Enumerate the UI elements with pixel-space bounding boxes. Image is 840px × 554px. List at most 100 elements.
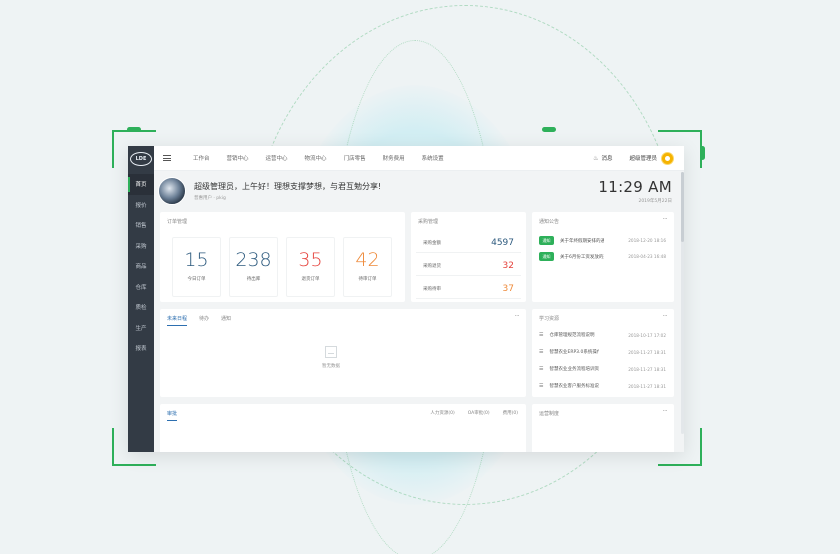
study-date: 2018-11-27 18:31: [628, 349, 666, 355]
tab-task-0[interactable]: 未来日程: [167, 315, 188, 326]
order-stat-value: 35: [298, 249, 323, 271]
study-item-1[interactable]: ☰ 智慧农业ERP3.0系统操作手册 2018-11-27 18:31: [539, 349, 666, 355]
study-more-button[interactable]: ···: [663, 313, 668, 320]
order-stat-3[interactable]: 42 待审订单: [343, 237, 392, 297]
sidebar-item-0[interactable]: 首页: [128, 174, 154, 195]
notice-date: 2018-04-23 16:48: [628, 254, 666, 259]
top-menu-item-1[interactable]: 营销中心: [227, 154, 249, 162]
rules-card-title: 运营制度: [539, 411, 560, 417]
purchase-row-value: 4597: [491, 237, 514, 248]
scrollbar-thumb[interactable]: [681, 172, 684, 242]
top-menu-item-4[interactable]: 门店零售: [344, 154, 366, 162]
order-stat-label: 待出库: [246, 277, 261, 282]
purchase-row-2[interactable]: 采购待审 37: [416, 279, 521, 299]
bell-icon[interactable]: ♨: [593, 155, 598, 162]
notice-item-0[interactable]: 通知关于年终假期安排的通知 2018-12-20 18:16: [539, 236, 666, 245]
approval-card: 审批 人力资源(0) OA审批(0) 费用(0): [160, 404, 526, 452]
sidebar-item-4[interactable]: 商品: [128, 256, 154, 277]
tab-task-2[interactable]: 通知: [221, 315, 231, 326]
greeting-text: 超级管理员，上午好！理想支撑梦想，与君互勉分享!: [194, 182, 382, 191]
purchase-row-1[interactable]: 采购退货 32: [416, 256, 521, 276]
menu-icon[interactable]: [163, 154, 171, 163]
task-tabs: 未来日程 待办 通知: [167, 315, 243, 326]
purchase-card-title: 采购管理: [418, 219, 439, 225]
document-icon: ☰: [539, 349, 544, 355]
clock: 11:29 AM 2019年5月22日: [598, 178, 672, 204]
empty-state: 暂无数据: [322, 346, 340, 369]
notice-more-button[interactable]: ···: [663, 216, 668, 223]
frame-tab-top-left: [127, 127, 141, 132]
clock-date: 2019年5月22日: [638, 199, 672, 204]
empty-text: 暂无数据: [322, 364, 340, 369]
user-avatar-icon[interactable]: [661, 151, 674, 165]
approval-tab-0[interactable]: 人力资源(0): [430, 410, 454, 416]
order-stat-value: 42: [355, 249, 380, 271]
document-icon: ☰: [539, 383, 544, 389]
purchase-row-label: 采购金额: [423, 240, 441, 246]
approval-category-tabs: 人力资源(0) OA审批(0) 费用(0): [417, 410, 518, 416]
tab-task-1[interactable]: 待办: [199, 315, 209, 326]
order-stat-1[interactable]: 238 待出库: [229, 237, 278, 297]
logo[interactable]: LDE: [130, 152, 152, 166]
top-menu-item-6[interactable]: 系统设置: [422, 154, 444, 162]
sidebar-item-1[interactable]: 报价: [128, 195, 154, 216]
task-more-button[interactable]: ···: [515, 313, 520, 320]
top-menu-item-3[interactable]: 物流中心: [305, 154, 327, 162]
top-menu-item-0[interactable]: 工作台: [193, 154, 210, 162]
study-text: 智慧农业客户服务标准说明: [549, 384, 600, 389]
purchase-card: 采购管理 采购金额 4597 采购退货 32 采购待审 37: [411, 212, 526, 302]
study-date: 2018-10-17 17:02: [628, 332, 666, 338]
user-name[interactable]: 超级管理员: [629, 154, 657, 162]
messages-link[interactable]: 消息: [601, 154, 612, 162]
approval-tab-2[interactable]: 费用(0): [503, 410, 518, 416]
top-menu-item-2[interactable]: 运营中心: [266, 154, 288, 162]
document-icon: ☰: [539, 366, 544, 372]
sidebar-item-8[interactable]: 报表: [128, 338, 154, 359]
rules-card: 运营制度 ···: [532, 404, 674, 452]
notice-item-1[interactable]: 通知关于6月份工资发放的通知 2018-04-23 16:48: [539, 252, 666, 261]
purchase-row-value: 32: [502, 260, 514, 271]
greeting-subtext: 普惠用户 · pkig: [194, 196, 226, 201]
order-stat-0[interactable]: 15 今日订单: [172, 237, 221, 297]
order-stat-value: 238: [235, 249, 272, 271]
top-menu: 工作台 营销中心 运营中心 物流中心 门店零售 财务费用 系统设置: [193, 154, 461, 162]
order-card: 订单管理 15 今日订单 238 待出库 35 退货订单 42 待审订单: [160, 212, 405, 302]
study-date: 2018-11-27 18:31: [628, 366, 666, 372]
notice-date: 2018-12-20 18:16: [628, 238, 666, 243]
study-item-3[interactable]: ☰ 智慧农业客户服务标准说明 2018-11-27 18:31: [539, 383, 666, 389]
frame-tab-top-right: [542, 127, 556, 132]
sidebar-item-7[interactable]: 生产: [128, 318, 154, 339]
top-menu-item-5[interactable]: 财务费用: [383, 154, 405, 162]
sidebar-item-5[interactable]: 仓库: [128, 277, 154, 298]
sidebar-nav: 首页 报价 销售 采购 商品 仓库 质检 生产 报表: [128, 174, 154, 359]
rules-more-button[interactable]: ···: [663, 408, 668, 415]
order-card-title: 订单管理: [167, 219, 188, 225]
order-stat-label: 退货订单: [301, 277, 320, 282]
study-item-0[interactable]: ☰ 仓库管理规范流程说明 2018-10-17 17:02: [539, 332, 666, 338]
notice-text: 关于年终假期安排的通知: [560, 238, 604, 244]
study-text: 智慧农业ERP3.0系统操作手册: [549, 350, 600, 355]
task-card: 未来日程 待办 通知 ··· 暂无数据: [160, 309, 526, 397]
approval-tab-1[interactable]: OA审批(0): [468, 410, 490, 416]
study-item-2[interactable]: ☰ 智慧农业业务流程培训资料 2018-11-27 18:31: [539, 366, 666, 372]
topbar: 工作台 营销中心 运营中心 物流中心 门店零售 财务费用 系统设置 ♨ 消息 超级管理员: [154, 146, 684, 171]
order-stat-value: 15: [184, 249, 209, 271]
order-stat-label: 今日订单: [187, 277, 206, 282]
app-window: LDE 首页 报价 销售 采购 商品 仓库 质检 生产 报表 工作台 营销中心 运营中心 物流中心 门店…: [128, 146, 684, 452]
topbar-right: ♨ 消息 超级管理员: [593, 151, 674, 165]
study-card: 学习资源 ··· ☰ 仓库管理规范流程说明 2018-10-17 17:02 ☰ 智慧农…: [532, 309, 674, 397]
sidebar-item-2[interactable]: 销售: [128, 215, 154, 236]
purchase-row-0[interactable]: 采购金额 4597: [416, 233, 521, 253]
order-stat-label: 待审订单: [358, 277, 377, 282]
sidebar-item-6[interactable]: 质检: [128, 297, 154, 318]
study-date: 2018-11-27 18:31: [628, 383, 666, 389]
welcome-banner: 超级管理员，上午好！理想支撑梦想，与君互勉分享! 普惠用户 · pkig 11:…: [158, 174, 680, 208]
welcome-avatar: [158, 177, 186, 205]
sidebar-item-3[interactable]: 采购: [128, 236, 154, 257]
notice-tag: 通知: [539, 252, 554, 261]
tab-approval[interactable]: 审批: [167, 410, 178, 421]
notice-tag: 通知: [539, 236, 554, 245]
order-stat-2[interactable]: 35 退货订单: [286, 237, 335, 297]
empty-box-icon: [325, 346, 337, 358]
page-scrollbar[interactable]: [681, 172, 684, 434]
